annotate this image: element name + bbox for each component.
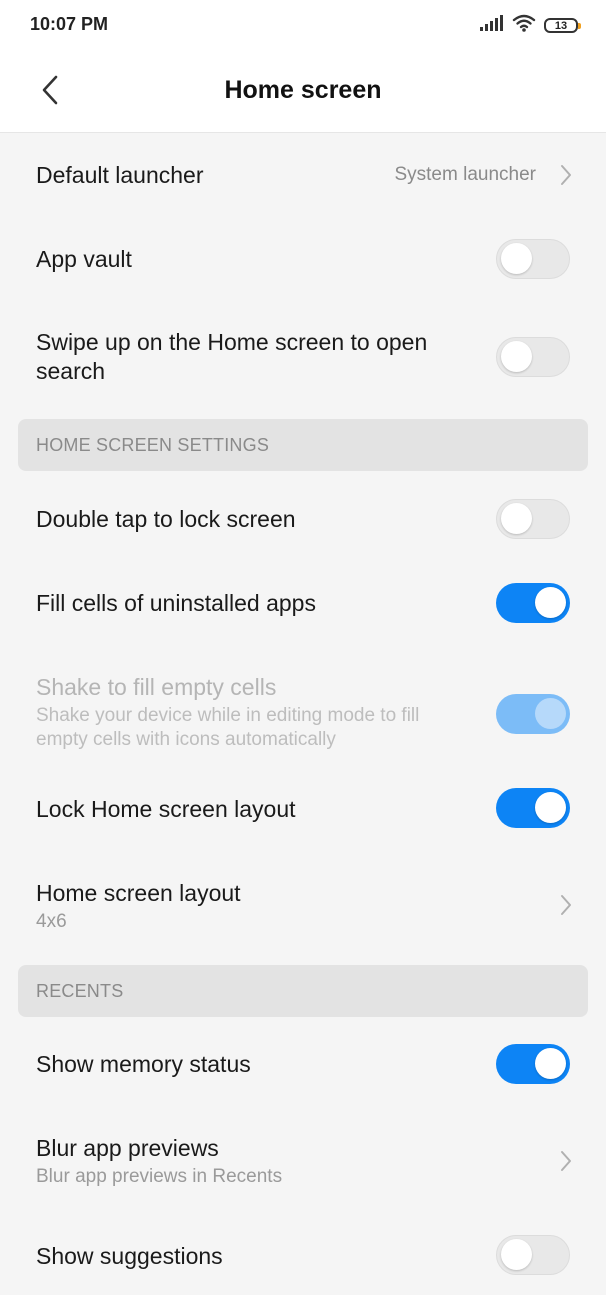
lock-layout-label: Lock Home screen layout — [36, 796, 296, 822]
toggle-knob — [501, 243, 532, 274]
lock-layout-toggle[interactable] — [496, 788, 570, 828]
status-bar: 10:07 PM 13 — [0, 0, 606, 52]
settings-list: Default launcher System launcher App vau… — [0, 133, 606, 1295]
toggle-knob — [535, 1048, 566, 1079]
suggestions-label: Show suggestions — [36, 1243, 223, 1269]
signal-icon — [480, 15, 504, 36]
shake-fill-row: Shake to fill empty cells Shake your dev… — [0, 639, 606, 773]
fill-cells-toggle[interactable] — [496, 583, 570, 623]
default-launcher-value: System launcher — [394, 164, 536, 185]
swipe-up-label-line2: search — [36, 358, 106, 384]
shake-fill-label: Shake to fill empty cells — [36, 674, 277, 700]
memory-status-row: Show memory status — [0, 1017, 606, 1101]
wifi-icon — [512, 14, 536, 37]
page-title: Home screen — [224, 76, 382, 104]
blur-previews-subtitle: Blur app previews in Recents — [36, 1166, 283, 1187]
default-launcher-label: Default launcher — [36, 162, 204, 188]
toggle-knob — [501, 1239, 532, 1270]
battery-icon: 13 — [544, 18, 581, 33]
toggle-knob — [501, 341, 532, 372]
suggestions-row: Show suggestions — [0, 1211, 606, 1295]
shake-fill-text: Shake to fill empty cells Shake your dev… — [36, 673, 419, 752]
double-tap-lock-row: Double tap to lock screen — [0, 471, 606, 555]
home-screen-layout-text: Home screen layout 4x6 — [36, 879, 241, 934]
blur-previews-label: Blur app previews — [36, 1135, 219, 1161]
suggestions-toggle[interactable] — [496, 1235, 570, 1275]
app-header: Home screen — [0, 52, 606, 133]
swipe-up-search-row: Swipe up on the Home screen to open sear… — [0, 301, 606, 419]
blur-previews-text: Blur app previews Blur app previews in R… — [36, 1134, 282, 1189]
app-vault-toggle[interactable] — [496, 239, 570, 279]
toggle-knob — [535, 698, 566, 729]
fill-cells-label: Fill cells of uninstalled apps — [36, 590, 316, 616]
status-time: 10:07 PM — [30, 14, 109, 34]
chevron-right-icon — [561, 1151, 571, 1171]
memory-status-label: Show memory status — [36, 1051, 251, 1077]
toggle-knob — [535, 587, 566, 618]
battery-level: 13 — [554, 19, 568, 32]
lock-layout-row: Lock Home screen layout — [0, 773, 606, 857]
shake-fill-toggle — [496, 694, 570, 734]
memory-status-toggle[interactable] — [496, 1044, 570, 1084]
home-screen-layout-value: 4x6 — [36, 911, 67, 932]
status-icons: 13 — [480, 14, 581, 37]
shake-fill-subtitle-line2: empty cells with icons automatically — [36, 729, 336, 750]
swipe-up-label: Swipe up on the Home screen to open sear… — [36, 328, 427, 386]
chevron-right-icon — [561, 165, 571, 185]
section-header-home-screen-settings: HOME SCREEN SETTINGS — [18, 419, 588, 471]
toggle-knob — [535, 792, 566, 823]
swipe-up-toggle[interactable] — [496, 337, 570, 377]
shake-fill-subtitle-line1: Shake your device while in editing mode … — [36, 705, 420, 726]
home-screen-layout-label: Home screen layout — [36, 880, 241, 906]
app-vault-label: App vault — [36, 246, 132, 272]
blur-previews-row[interactable]: Blur app previews Blur app previews in R… — [0, 1101, 606, 1211]
double-tap-label: Double tap to lock screen — [36, 506, 296, 532]
app-vault-row: App vault — [0, 217, 606, 301]
swipe-up-label-line1: Swipe up on the Home screen to open — [36, 329, 428, 355]
chevron-right-icon — [561, 895, 571, 915]
default-launcher-row[interactable]: Default launcher System launcher — [0, 133, 606, 217]
double-tap-toggle[interactable] — [496, 499, 570, 539]
home-screen-layout-row[interactable]: Home screen layout 4x6 — [0, 857, 606, 965]
toggle-knob — [501, 503, 532, 534]
fill-cells-row: Fill cells of uninstalled apps — [0, 555, 606, 639]
section-header-recents: RECENTS — [18, 965, 588, 1017]
